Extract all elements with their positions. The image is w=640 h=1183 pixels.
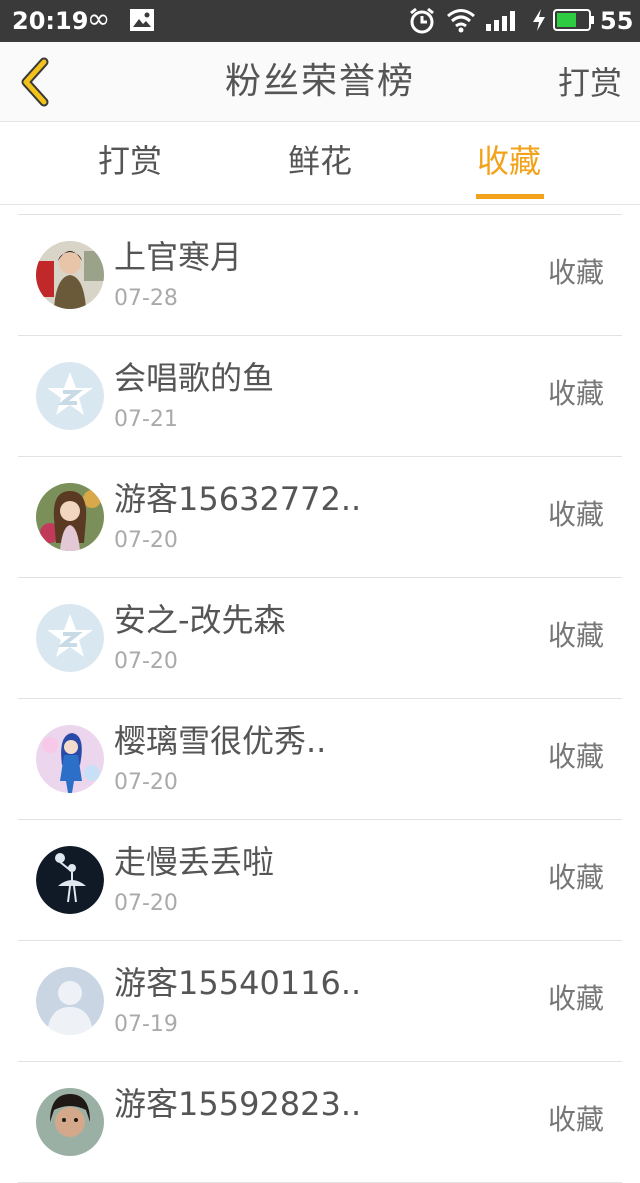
list-item[interactable]: 走慢丢丢啦 07-20 收藏 — [18, 820, 622, 941]
app-header: 粉丝荣誉榜 打赏 — [0, 42, 640, 122]
active-tab-indicator — [476, 194, 544, 199]
fan-name: 走慢丢丢啦 — [114, 843, 275, 881]
tab-bar: 打赏 鲜花 收藏 — [0, 122, 640, 205]
list-item[interactable]: 安之-改先森 07-20 收藏 — [18, 578, 622, 699]
tab-favorites[interactable]: 收藏 — [477, 140, 541, 182]
fan-action: 收藏 — [547, 256, 604, 289]
list-item[interactable]: 樱璃雪很优秀.. 07-20 收藏 — [18, 699, 622, 820]
fan-action: 收藏 — [547, 861, 604, 894]
fan-date: 07-20 — [114, 649, 178, 674]
fan-action: 收藏 — [547, 982, 604, 1015]
fan-date: 07-20 — [114, 770, 178, 795]
fan-date: 07-19 — [114, 1012, 178, 1037]
fan-name: 游客15592823.. — [114, 1085, 362, 1123]
avatar[interactable] — [36, 846, 104, 914]
wifi-icon — [446, 7, 476, 37]
list-item[interactable]: 游客15540116.. 07-19 收藏 — [18, 941, 622, 1062]
fan-action: 收藏 — [547, 1103, 604, 1136]
signal-icon — [485, 8, 521, 36]
fan-date: 07-28 — [114, 286, 178, 311]
battery-percent: 55 — [600, 7, 634, 35]
avatar[interactable] — [36, 967, 104, 1035]
fan-name: 上官寒月 — [114, 238, 243, 276]
fan-list: 上官寒月 07-28 收藏 会唱歌的鱼 07-21 收藏 游客15632772.… — [18, 214, 622, 1183]
avatar[interactable] — [36, 604, 104, 672]
infinity-icon: ∞ — [87, 2, 111, 35]
list-item[interactable]: 上官寒月 07-28 收藏 — [18, 215, 622, 336]
status-time: 20:19 — [12, 7, 89, 35]
fan-action: 收藏 — [547, 740, 604, 773]
fan-date: 07-20 — [114, 528, 178, 553]
avatar[interactable] — [36, 1088, 104, 1156]
avatar[interactable] — [36, 725, 104, 793]
fan-name: 会唱歌的鱼 — [114, 359, 275, 397]
tab-reward[interactable]: 打赏 — [98, 140, 162, 182]
charging-icon — [531, 8, 547, 36]
fan-name: 游客15632772.. — [114, 480, 362, 518]
fan-date: 07-21 — [114, 407, 178, 432]
avatar[interactable] — [36, 483, 104, 551]
alarm-icon — [408, 7, 436, 39]
list-item[interactable]: 游客15592823.. 收藏 — [18, 1062, 622, 1183]
avatar[interactable] — [36, 362, 104, 430]
fan-name: 安之-改先森 — [114, 601, 286, 639]
image-icon — [129, 8, 155, 36]
battery-icon — [553, 9, 595, 35]
reward-button[interactable]: 打赏 — [558, 62, 622, 104]
fan-action: 收藏 — [547, 619, 604, 652]
avatar[interactable] — [36, 241, 104, 309]
page-title: 粉丝荣誉榜 — [224, 61, 415, 102]
fan-name: 游客15540116.. — [114, 964, 362, 1002]
fan-action: 收藏 — [547, 377, 604, 410]
list-item[interactable]: 会唱歌的鱼 07-21 收藏 — [18, 336, 622, 457]
tab-flowers[interactable]: 鲜花 — [288, 140, 352, 182]
status-bar: 20:19 ∞ 55 — [0, 0, 640, 42]
fan-action: 收藏 — [547, 498, 604, 531]
list-item[interactable]: 游客15632772.. 07-20 收藏 — [18, 457, 622, 578]
fan-name: 樱璃雪很优秀.. — [114, 722, 327, 760]
fan-date: 07-20 — [114, 891, 178, 916]
